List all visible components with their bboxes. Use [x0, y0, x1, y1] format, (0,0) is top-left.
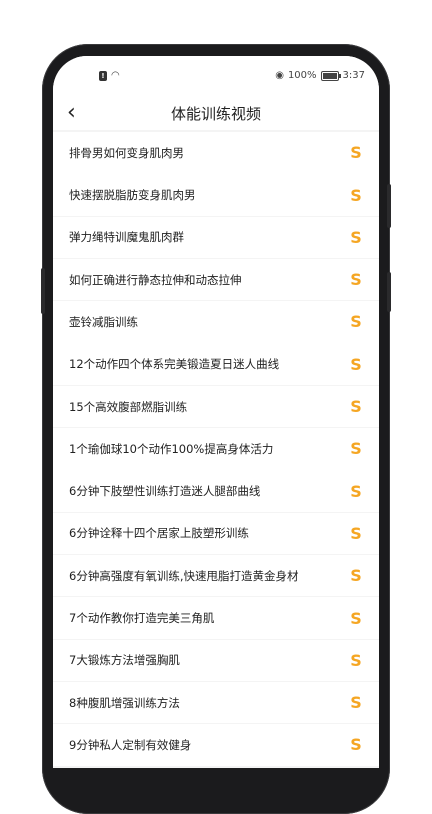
list-item-label: 7大锻炼方法增强胸肌	[69, 653, 180, 668]
list-item-label: 壶铃减脂训练	[69, 314, 138, 329]
battery-percent: 100%	[287, 70, 317, 81]
list-item[interactable]: 弹力绳特训魔鬼肌肉群 S	[53, 216, 379, 259]
s-icon: S	[350, 608, 362, 628]
page-title: 体能训练视频	[170, 104, 261, 123]
status-bar: ! ◠ ◉ 100% 3:37	[53, 56, 379, 96]
s-icon: S	[350, 735, 362, 755]
s-icon: S	[350, 439, 362, 459]
list-item-label: 9分钟私人定制有效健身	[69, 737, 192, 752]
list-item[interactable]: 15个高效腹部燃脂训练 S	[53, 385, 379, 428]
list-item-label: 排骨男如何变身肌肉男	[69, 145, 184, 160]
s-icon: S	[350, 312, 362, 332]
wifi-icon: ◠	[111, 70, 120, 81]
s-icon: S	[350, 481, 362, 501]
sim-icon: !	[99, 70, 107, 81]
list-item-label: 6分钟下肢塑性训练打造迷人腿部曲线	[69, 484, 261, 499]
s-icon: S	[350, 566, 362, 586]
list-item[interactable]: 7大锻炼方法增强胸肌 S	[53, 639, 379, 682]
list-item[interactable]: 6分钟诠释十四个居家上肢塑形训练 S	[53, 512, 379, 555]
s-icon: S	[350, 523, 362, 543]
side-button	[41, 268, 45, 314]
list-item[interactable]: 7个动作教你打造完美三角肌 S	[53, 597, 379, 639]
status-right: ◉ 100% 3:37	[275, 70, 365, 81]
s-icon: S	[350, 397, 362, 417]
list-item-label: 7个动作教你打造完美三角肌	[69, 611, 215, 626]
back-icon[interactable]: ‹	[67, 102, 87, 124]
list-item-label: 如何正确进行静态拉伸和动态拉伸	[69, 272, 242, 287]
side-button	[387, 184, 391, 228]
list-item[interactable]: 壶铃减脂训练 S	[53, 301, 379, 343]
list-item[interactable]: 6分钟下肢塑性训练打造迷人腿部曲线 S	[53, 470, 379, 512]
list-item-label: 15个高效腹部燃脂训练	[69, 399, 188, 414]
list-item[interactable]: 6分钟高强度有氧训练,快速甩脂打造黄金身材 S	[53, 554, 379, 597]
list-item[interactable]: 快速摆脱脂肪变身肌肉男 S	[53, 174, 379, 216]
battery-icon	[320, 70, 341, 81]
list-item-label: 快速摆脱脂肪变身肌肉男	[69, 188, 196, 203]
s-icon: S	[350, 185, 362, 205]
s-icon: S	[350, 650, 362, 670]
clock: 3:37	[342, 70, 365, 81]
list-item-label: 8种腹肌增强训练方法	[69, 695, 180, 710]
list-item[interactable]: 如何正确进行静态拉伸和动态拉伸 S	[53, 258, 379, 301]
list-item[interactable]: 排骨男如何变身肌肉男 S	[53, 132, 379, 174]
list-item[interactable]: 1个瑜伽球10个动作100%提高身体活力 S	[53, 428, 379, 470]
s-icon: S	[350, 227, 362, 247]
list-item[interactable]: 9分钟私人定制有效健身 S	[53, 724, 379, 766]
list-item-label: 弹力绳特训魔鬼肌肉群	[69, 230, 184, 245]
list-item-label: 12个动作四个体系完美锻造夏日迷人曲线	[69, 357, 280, 372]
list-item-label: 6分钟高强度有氧训练,快速甩脂打造黄金身材	[69, 568, 299, 583]
s-icon: S	[350, 270, 362, 290]
side-button	[387, 272, 391, 312]
list-item[interactable]: 12个动作四个体系完美锻造夏日迷人曲线 S	[53, 343, 379, 385]
title-bar: ‹ 体能训练视频	[53, 96, 379, 130]
s-icon: S	[350, 354, 362, 374]
video-list: 排骨男如何变身肌肉男 S 快速摆脱脂肪变身肌肉男 S 弹力绳特训魔鬼肌肉群 S 如何正确进行…	[53, 132, 379, 766]
s-icon: S	[350, 143, 362, 163]
s-icon: S	[350, 693, 362, 713]
list-item-label: 1个瑜伽球10个动作100%提高身体活力	[69, 441, 274, 456]
status-left: ! ◠	[99, 70, 120, 81]
list-item[interactable]: 8种腹肌增强训练方法 S	[53, 681, 379, 724]
list-item-label: 6分钟诠释十四个居家上肢塑形训练	[69, 526, 249, 541]
screen: ! ◠ ◉ 100% 3:37 ‹ 体能训练视频 排骨男如何变身肌肉男 S 快速摆脱…	[53, 56, 379, 768]
eye-icon: ◉	[275, 70, 284, 81]
